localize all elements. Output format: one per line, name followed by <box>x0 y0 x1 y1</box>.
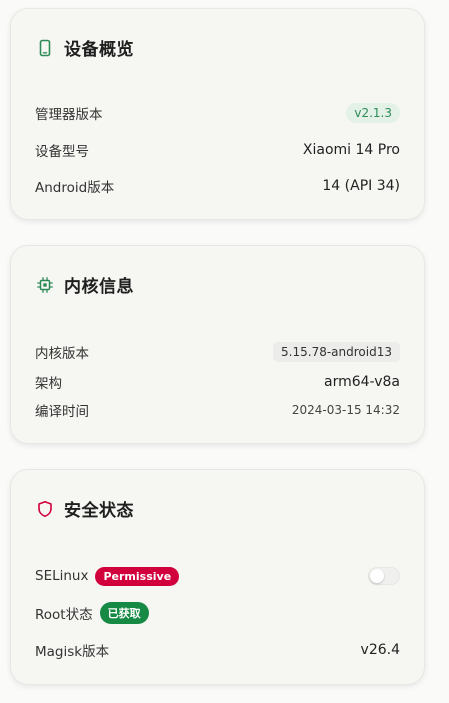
manager-version-row: 管理器版本 v2.1.3 <box>35 101 400 125</box>
build-time-label: 编译时间 <box>35 404 89 420</box>
kernel-info-card: 内核信息 内核版本 5.15.78-android13 架构 arm64-v8a… <box>10 245 425 444</box>
selinux-row: SELinux Permissive <box>35 564 400 588</box>
magisk-version-value: v26.4 <box>360 642 400 658</box>
chip-icon <box>36 276 54 294</box>
selinux-status-badge: Permissive <box>95 566 180 586</box>
shield-icon <box>36 500 54 518</box>
architecture-label: 架构 <box>35 376 62 392</box>
device-overview-title: 设备概览 <box>64 40 134 60</box>
android-version-value: 14 (API 34) <box>322 178 400 194</box>
security-status-header: 安全状态 <box>36 496 134 521</box>
kernel-info-title: 内核信息 <box>64 277 134 297</box>
root-status-label: Root状态 <box>35 607 93 623</box>
kernel-info-header: 内核信息 <box>36 272 134 297</box>
architecture-row: 架构 arm64-v8a <box>35 370 400 394</box>
device-model-value: Xiaomi 14 Pro <box>302 142 400 158</box>
magisk-version-row: Magisk版本 v26.4 <box>35 638 400 662</box>
build-time-row: 编译时间 2024-03-15 14:32 <box>35 398 400 422</box>
root-status-label-group: Root状态 已获取 <box>35 602 149 624</box>
android-version-row: Android版本 14 (API 34) <box>35 174 400 198</box>
android-version-label: Android版本 <box>35 180 115 196</box>
selinux-label-group: SELinux Permissive <box>35 566 180 586</box>
security-status-card: 安全状态 SELinux Permissive Root状态 已获取 Magis… <box>10 469 425 685</box>
device-overview-header: 设备概览 <box>36 35 134 60</box>
security-status-title: 安全状态 <box>64 501 134 521</box>
device-overview-card: 设备概览 管理器版本 v2.1.3 设备型号 Xiaomi 14 Pro And… <box>10 8 425 220</box>
phone-icon <box>36 39 54 57</box>
selinux-label: SELinux <box>35 568 89 584</box>
build-time-value: 2024-03-15 14:32 <box>291 403 400 417</box>
selinux-toggle[interactable] <box>368 567 400 585</box>
kernel-version-value: 5.15.78-android13 <box>273 342 400 362</box>
manager-version-badge: v2.1.3 <box>346 103 400 123</box>
device-model-row: 设备型号 Xiaomi 14 Pro <box>35 138 400 162</box>
architecture-value: arm64-v8a <box>324 374 400 390</box>
device-model-label: 设备型号 <box>35 144 89 160</box>
root-status-badge: 已获取 <box>99 602 149 624</box>
magisk-version-label: Magisk版本 <box>35 644 110 660</box>
root-status-row: Root状态 已获取 <box>35 601 400 625</box>
manager-version-label: 管理器版本 <box>35 107 103 123</box>
kernel-version-row: 内核版本 5.15.78-android13 <box>35 340 400 364</box>
selinux-toggle-knob <box>370 569 384 583</box>
kernel-version-label: 内核版本 <box>35 346 89 362</box>
